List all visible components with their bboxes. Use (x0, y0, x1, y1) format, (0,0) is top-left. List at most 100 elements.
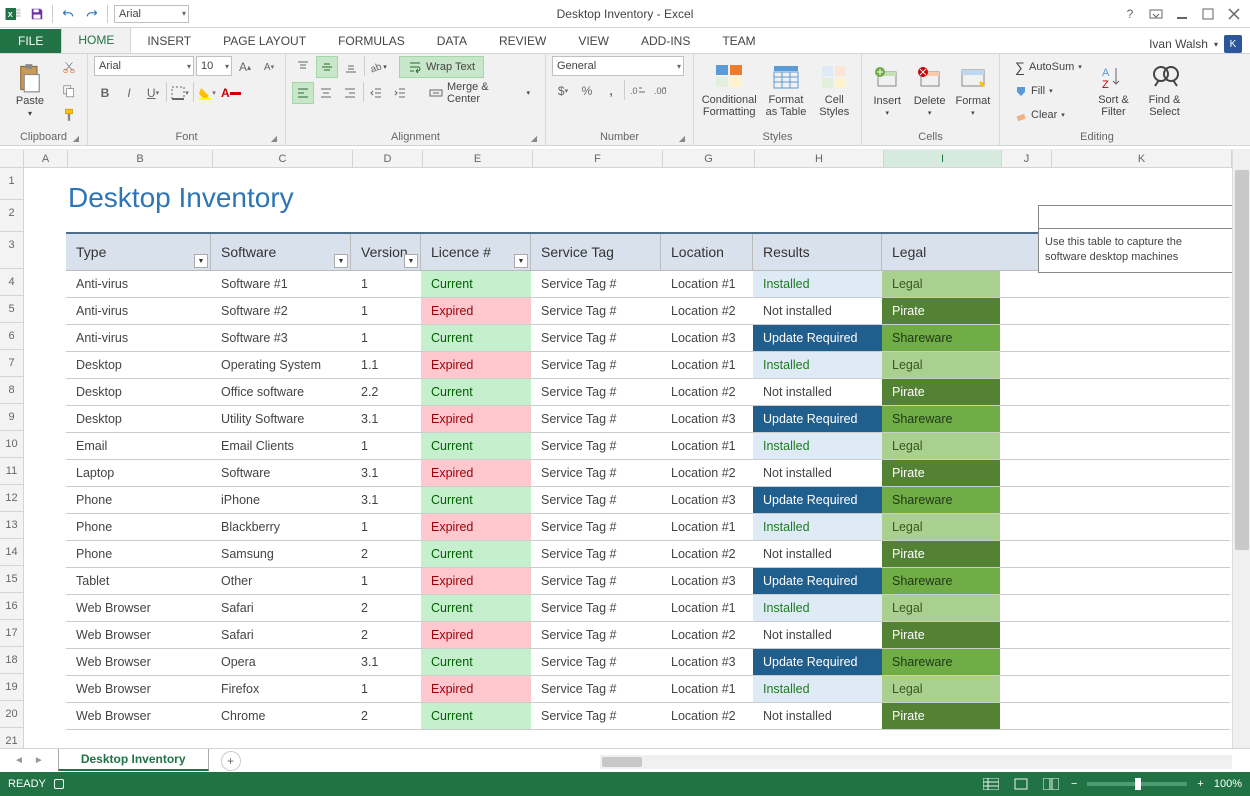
table-cell[interactable]: Pirate (882, 622, 1000, 648)
table-cell[interactable]: Laptop (66, 460, 211, 486)
table-cell[interactable]: Service Tag # (531, 298, 661, 324)
col-header-J[interactable]: J (1002, 150, 1052, 167)
tab-formulas[interactable]: FORMULAS (322, 29, 421, 53)
row-header-9[interactable]: 9 (0, 404, 24, 431)
zoom-out-icon[interactable]: − (1071, 778, 1077, 790)
merge-center-button[interactable]: Merge & Center▾ (420, 82, 539, 104)
italic-icon[interactable]: I (118, 82, 140, 104)
table-cell[interactable]: Pirate (882, 541, 1000, 567)
table-cell[interactable]: Current (421, 379, 531, 405)
table-cell[interactable]: Desktop (66, 352, 211, 378)
table-cell[interactable]: Service Tag # (531, 271, 661, 297)
table-cell[interactable]: Expired (421, 622, 531, 648)
col-header-C[interactable]: C (213, 150, 353, 167)
table-cell[interactable]: 3.1 (351, 649, 421, 675)
table-cell[interactable]: Installed (753, 352, 882, 378)
table-cell[interactable]: Expired (421, 568, 531, 594)
table-cell[interactable]: 2 (351, 622, 421, 648)
table-cell[interactable]: Installed (753, 433, 882, 459)
table-row[interactable]: Anti-virusSoftware #11CurrentService Tag… (66, 271, 1230, 298)
font-color-icon[interactable]: A (220, 82, 242, 104)
table-header-legal[interactable]: Legal (882, 234, 1000, 270)
table-cell[interactable]: 2 (351, 595, 421, 621)
fill-color-icon[interactable]: ▾ (196, 82, 218, 104)
table-cell[interactable]: Service Tag # (531, 433, 661, 459)
macro-record-icon[interactable] (54, 779, 64, 789)
row-header-8[interactable]: 8 (0, 377, 24, 404)
table-cell[interactable]: 1 (351, 271, 421, 297)
table-cell[interactable]: Pirate (882, 379, 1000, 405)
table-cell[interactable]: Current (421, 703, 531, 729)
table-row[interactable]: Web BrowserChrome2CurrentService Tag #Lo… (66, 703, 1230, 730)
table-cell[interactable]: Expired (421, 460, 531, 486)
table-cell[interactable]: Chrome (211, 703, 351, 729)
table-cell[interactable]: Installed (753, 676, 882, 702)
horizontal-scrollbar[interactable] (600, 755, 1232, 769)
table-cell[interactable]: 2 (351, 703, 421, 729)
percent-icon[interactable]: % (576, 80, 598, 102)
table-cell[interactable]: Expired (421, 298, 531, 324)
row-header-3[interactable]: 3 (0, 232, 24, 269)
table-cell[interactable]: 1.1 (351, 352, 421, 378)
tab-file[interactable]: FILE (0, 29, 61, 53)
ribbon-options-icon[interactable] (1148, 6, 1164, 22)
table-cell[interactable]: Desktop (66, 379, 211, 405)
increase-indent-icon[interactable] (389, 82, 411, 104)
table-cell[interactable]: Service Tag # (531, 676, 661, 702)
table-row[interactable]: Anti-virusSoftware #21ExpiredService Tag… (66, 298, 1230, 325)
table-cell[interactable]: Service Tag # (531, 703, 661, 729)
row-header-6[interactable]: 6 (0, 323, 24, 350)
table-cell[interactable]: Expired (421, 406, 531, 432)
table-cell[interactable]: Expired (421, 514, 531, 540)
filter-dropdown-icon[interactable]: ▼ (404, 254, 418, 268)
table-header-type[interactable]: Type▼ (66, 234, 211, 270)
table-header-service-tag[interactable]: Service Tag (531, 234, 661, 270)
table-cell[interactable]: Current (421, 433, 531, 459)
table-cell[interactable]: Desktop (66, 406, 211, 432)
table-cell[interactable]: Current (421, 271, 531, 297)
align-right-icon[interactable] (339, 82, 361, 104)
tab-home[interactable]: HOME (61, 27, 131, 53)
table-cell[interactable]: Expired (421, 676, 531, 702)
row-header-5[interactable]: 5 (0, 296, 24, 323)
table-cell[interactable]: Web Browser (66, 703, 211, 729)
table-cell[interactable]: Update Required (753, 325, 882, 351)
help-icon[interactable]: ? (1122, 6, 1138, 22)
table-cell[interactable]: Legal (882, 271, 1000, 297)
table-cell[interactable]: Phone (66, 514, 211, 540)
number-launcher-icon[interactable]: ◢ (679, 134, 685, 143)
row-header-14[interactable]: 14 (0, 539, 24, 566)
tab-add-ins[interactable]: ADD-INS (625, 29, 706, 53)
table-cell[interactable]: Service Tag # (531, 379, 661, 405)
table-cell[interactable]: 2.2 (351, 379, 421, 405)
table-cell[interactable]: Installed (753, 271, 882, 297)
table-cell[interactable]: Not installed (753, 541, 882, 567)
table-cell[interactable]: Shareware (882, 568, 1000, 594)
table-cell[interactable]: Location #1 (661, 433, 753, 459)
vertical-scrollbar[interactable] (1232, 150, 1250, 748)
conditional-formatting-button[interactable]: Conditional Formatting (700, 56, 758, 124)
table-cell[interactable]: Location #3 (661, 568, 753, 594)
table-cell[interactable]: Expired (421, 352, 531, 378)
row-header-18[interactable]: 18 (0, 647, 24, 674)
row-header-19[interactable]: 19 (0, 674, 24, 701)
table-cell[interactable]: Service Tag # (531, 568, 661, 594)
table-cell[interactable]: Shareware (882, 325, 1000, 351)
table-cell[interactable]: Service Tag # (531, 325, 661, 351)
table-cell[interactable]: Safari (211, 622, 351, 648)
table-cell[interactable]: Update Required (753, 649, 882, 675)
col-header-D[interactable]: D (353, 150, 423, 167)
row-header-11[interactable]: 11 (0, 458, 24, 485)
number-format-combo[interactable]: General (552, 56, 684, 76)
account-button[interactable]: Ivan Walsh ▾ K (1141, 35, 1250, 53)
table-cell[interactable]: Legal (882, 352, 1000, 378)
filter-dropdown-icon[interactable]: ▼ (334, 254, 348, 268)
tab-insert[interactable]: INSERT (131, 29, 207, 53)
table-cell[interactable]: Shareware (882, 406, 1000, 432)
clear-button[interactable]: Clear▾ (1006, 104, 1086, 126)
table-cell[interactable]: Service Tag # (531, 595, 661, 621)
table-cell[interactable]: Shareware (882, 649, 1000, 675)
save-icon[interactable] (28, 5, 46, 23)
increase-decimal-icon[interactable]: .0 (627, 80, 649, 102)
table-cell[interactable]: Software #2 (211, 298, 351, 324)
